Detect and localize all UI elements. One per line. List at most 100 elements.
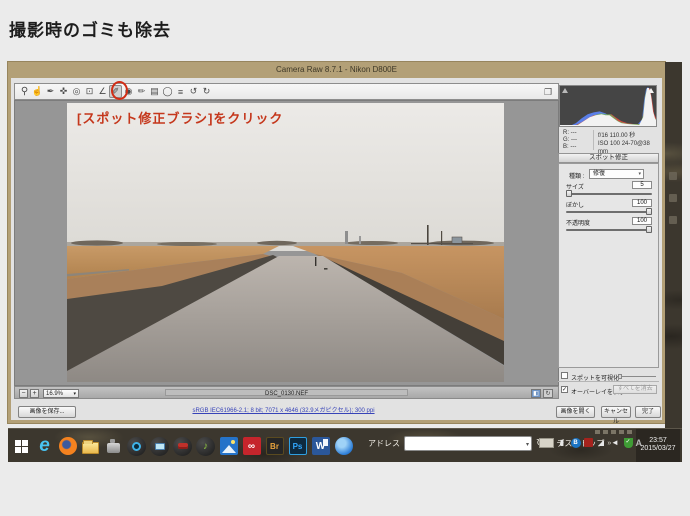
annotation-text: [スポット修正ブラシ]をクリック	[77, 111, 284, 126]
spot-removal-panel-title: スポット修正	[558, 153, 659, 163]
window-body: ⚲ ☝ ✒ ✜ ◎ ⊡ ∠ ✐ ◉ ✏ ▤ ◯ ≡ ↺ ↻ ❐ [スポット修正ブ…	[11, 78, 662, 425]
crop-tool-icon[interactable]: ⊡	[83, 85, 96, 98]
taskbar-viewer-app[interactable]	[102, 433, 125, 459]
opacity-value[interactable]: 100	[632, 217, 652, 225]
visualize-threshold-slider[interactable]	[618, 374, 656, 379]
before-after-icon[interactable]: ◧	[531, 389, 541, 398]
ie-icon: e	[39, 435, 50, 456]
desktop-wallpaper	[665, 62, 682, 428]
size-slider[interactable]	[566, 190, 652, 197]
size-value[interactable]: 5	[632, 181, 652, 189]
exif-readout: R: --- G: --- B: --- f/16 110.00 秒 ISO 1…	[559, 129, 657, 155]
clock-date: 2015/03/27	[640, 445, 676, 452]
pen-tray-icon[interactable]: ▮	[557, 437, 568, 448]
open-image-button[interactable]: 画像を開く	[556, 406, 595, 418]
taskbar-firefox[interactable]	[56, 433, 79, 459]
taskbar-media-player[interactable]	[125, 433, 148, 459]
straighten-tool-icon[interactable]: ∠	[96, 85, 109, 98]
photo-canvas[interactable]	[67, 103, 504, 382]
clear-all-button[interactable]: すべてを消去	[613, 385, 657, 394]
type-dropdown[interactable]: ▾ 修復	[589, 169, 644, 179]
photoshop-icon: Ps	[288, 437, 307, 455]
chevron-down-icon[interactable]: ▾	[526, 441, 529, 448]
taskbar-photos-app[interactable]	[217, 433, 240, 459]
opacity-slider[interactable]	[566, 226, 652, 233]
graduated-filter-tool-icon[interactable]: ▤	[148, 85, 161, 98]
taskbar-creative-cloud[interactable]: ∞	[240, 433, 263, 459]
workflow-options-link[interactable]: sRGB IEC61966-2.1; 8 bit; 7071 x 4646 (3…	[11, 405, 556, 414]
acr-toolbar: ⚲ ☝ ✒ ✜ ◎ ⊡ ∠ ✐ ◉ ✏ ▤ ◯ ≡ ↺ ↻ ❐	[14, 81, 559, 100]
right-panel: R: --- G: --- B: --- f/16 110.00 秒 ISO 1…	[558, 83, 659, 403]
done-button[interactable]: 完了	[635, 406, 661, 418]
desktop-icon[interactable]	[669, 216, 677, 224]
cancel-button[interactable]: キャンセル	[601, 406, 631, 425]
fullscreen-toggle-icon[interactable]: ❐	[542, 86, 554, 98]
folder-icon	[82, 439, 99, 454]
bluetooth-icon[interactable]: B	[570, 437, 581, 448]
taskbar-display-app[interactable]	[148, 433, 171, 459]
show-overlay-checkbox[interactable]: ✓	[561, 386, 568, 393]
filename-label: DSC_0130.NEF	[165, 389, 408, 397]
feather-value[interactable]: 100	[632, 199, 652, 207]
histogram	[559, 85, 657, 127]
taskbar-browser-globe[interactable]	[332, 433, 355, 459]
creative-cloud-icon: ∞	[242, 437, 261, 455]
radial-filter-tool-icon[interactable]: ◯	[161, 85, 174, 98]
network-icon[interactable]: ◢	[596, 437, 607, 448]
taskbar-internet-explorer[interactable]: e	[33, 433, 56, 459]
rotate-right-icon[interactable]: ↻	[200, 85, 213, 98]
size-slider-handle[interactable]	[566, 190, 572, 197]
address-label: アドレス	[368, 439, 400, 448]
shadow-clip-icon[interactable]	[562, 88, 568, 93]
targeted-adjustment-tool-icon[interactable]: ◎	[70, 85, 83, 98]
spot-removal-panel: 種類 : ▾ 修復 サイズ 5 ぼかし 100 不透明度 100	[558, 163, 659, 368]
volume-icon[interactable]: ◄	[610, 437, 621, 448]
white-balance-tool-icon[interactable]: ✒	[44, 85, 57, 98]
touch-keyboard-icon[interactable]	[538, 437, 554, 448]
preview-mode-controls: ◧ ↻	[531, 389, 553, 398]
hand-tool-icon[interactable]: ☝	[31, 85, 44, 98]
preview-cycle-icon[interactable]: ↻	[543, 389, 553, 398]
taskbar-photoshop[interactable]: Ps	[286, 433, 309, 459]
visualize-threshold-handle[interactable]	[618, 374, 622, 379]
visualize-spots-checkbox[interactable]	[561, 372, 568, 379]
globe-icon	[334, 437, 353, 455]
type-label: 種類 :	[569, 174, 585, 180]
taskbar-music-app[interactable]: ♪	[194, 433, 217, 459]
taskbar-mini-icons	[595, 430, 632, 434]
chevron-down-icon: ▾	[73, 391, 76, 397]
taskbar-clock[interactable]: 23:57 2015/03/27	[636, 429, 680, 462]
opacity-slider-handle[interactable]	[646, 226, 652, 233]
desktop-icon[interactable]	[669, 194, 677, 202]
word-icon: W	[311, 437, 330, 455]
rotate-left-icon[interactable]: ↺	[187, 85, 200, 98]
photos-icon	[219, 437, 238, 455]
zoom-out-button[interactable]: −	[19, 389, 28, 398]
taskbar-bridge[interactable]: Br	[263, 433, 286, 459]
feather-slider-handle[interactable]	[646, 208, 652, 215]
monitor-icon	[150, 436, 169, 456]
security-shield-icon[interactable]: ✓	[623, 437, 633, 448]
disc-icon	[127, 436, 146, 456]
zoom-level-select[interactable]: ▾ 16.9%	[43, 389, 79, 398]
save-image-button[interactable]: 画像を保存...	[18, 406, 76, 418]
taskbar-media-red-app[interactable]	[171, 433, 194, 459]
adjustment-brush-tool-icon[interactable]: ✏	[135, 85, 148, 98]
feather-slider[interactable]	[566, 208, 652, 215]
taskbar-file-explorer[interactable]	[79, 433, 102, 459]
show-overlay-row: ✓ オーバーレイを表示 すべてを消去	[558, 385, 659, 396]
color-sampler-tool-icon[interactable]: ✜	[57, 85, 70, 98]
preferences-icon[interactable]: ≡	[174, 85, 187, 98]
highlight-clip-icon[interactable]	[648, 88, 654, 93]
start-button[interactable]	[10, 433, 33, 459]
zoom-in-button[interactable]: +	[30, 389, 39, 398]
bridge-icon: Br	[265, 437, 284, 455]
desktop-icon[interactable]	[669, 172, 677, 180]
taskbar-word[interactable]: W	[309, 433, 332, 459]
music-note-icon: ♪	[196, 436, 215, 456]
update-tray-icon[interactable]	[583, 438, 593, 447]
red-media-icon	[173, 436, 192, 456]
zoom-tool-icon[interactable]: ⚲	[18, 85, 31, 98]
camera-icon	[107, 439, 120, 453]
address-input[interactable]: ▾	[404, 436, 532, 451]
